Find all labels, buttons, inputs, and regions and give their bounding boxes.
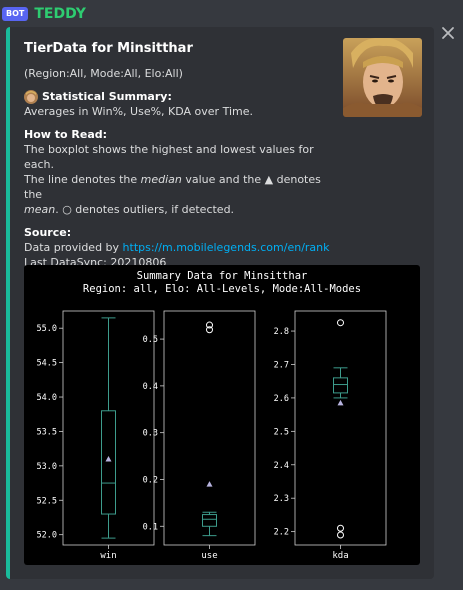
y-tick-label-win: 54.0 [37,393,57,403]
y-tick-label-use: 0.5 [143,335,158,345]
y-tick-label-win: 53.5 [37,427,57,437]
how-to-read-line3: . ○ denotes outliers, if detected. [55,203,235,216]
outlier-kda [337,531,344,539]
embed-content: TierData for Minsitthar (Region:All, Mod… [24,41,334,270]
outlier-kda [337,524,344,532]
message-header: BOT TEDDY [2,5,86,23]
y-tick-label-win: 55.0 [37,324,57,334]
x-label-use: use [201,551,217,561]
hero-thumbnail[interactable] [343,38,422,117]
embed-accent-bar [6,27,10,579]
y-tick-label-use: 0.2 [143,475,158,485]
mean-marker-use [206,481,213,487]
chart-subtitle: Region: all, Elo: All-Levels, Mode:All-M… [83,283,361,295]
y-tick-label-kda: 2.6 [274,394,289,404]
summary-label: Statistical Summary: [42,90,172,103]
y-tick-label-win: 53.0 [37,462,57,472]
summary-value: Averages in Win%, Use%, KDA over Time. [24,105,253,118]
filters-text: (Region:All, Mode:All, Elo:All) [24,67,183,80]
outlier-kda [337,319,344,327]
y-tick-label-use: 0.4 [143,382,158,392]
mean-marker-win [105,455,112,462]
y-tick-label-kda: 2.4 [274,461,289,471]
source-link[interactable]: https://m.mobilelegends.com/en/rank [123,241,330,254]
median-word: median [140,173,182,186]
y-tick-label-win: 52.0 [37,531,57,541]
how-to-read-line2a: The line denotes the [24,173,141,186]
panel-frame-use [163,310,256,546]
how-to-read-label: How to Read: [24,128,108,141]
y-tick-label-use: 0.3 [143,429,158,439]
x-label-kda: kda [332,551,348,561]
y-tick-label-kda: 2.7 [274,360,289,370]
box-use [202,514,217,527]
how-to-read-line1: The boxplot shows the highest and lowest… [24,143,314,171]
y-tick-label-kda: 2.2 [274,528,289,538]
y-tick-label-kda: 2.3 [274,494,289,504]
y-tick-label-win: 52.5 [37,496,57,506]
y-tick-label-win: 54.5 [37,359,57,369]
x-label-win: win [100,551,116,561]
y-tick-label-kda: 2.8 [274,327,289,337]
y-tick-label-kda: 2.5 [274,427,289,437]
source-prefix: Data provided by [24,241,123,254]
summary-field-name: Statistical Summary: [24,89,334,104]
author-name[interactable]: TEDDY [34,6,85,22]
hero-avatar-icon [24,89,38,104]
source-label: Source: [24,226,72,239]
mean-marker-kda [337,399,344,406]
embed-card: TierData for Minsitthar (Region:All, Mod… [6,27,434,579]
boxplot-chart[interactable]: Summary Data for Minsitthar Region: all,… [24,265,420,565]
box-kda [333,377,348,394]
y-tick-label-use: 0.1 [143,522,158,532]
panel-frame-kda [294,310,387,546]
embed-title[interactable]: TierData for Minsitthar [24,41,334,56]
bot-badge: BOT [2,7,29,21]
chart-title: Summary Data for Minsitthar [137,270,308,282]
box-win [101,410,116,515]
mean-word: mean [24,203,56,216]
close-icon[interactable] [440,25,456,41]
how-to-read-text: The boxplot shows the highest and lowest… [24,142,334,217]
